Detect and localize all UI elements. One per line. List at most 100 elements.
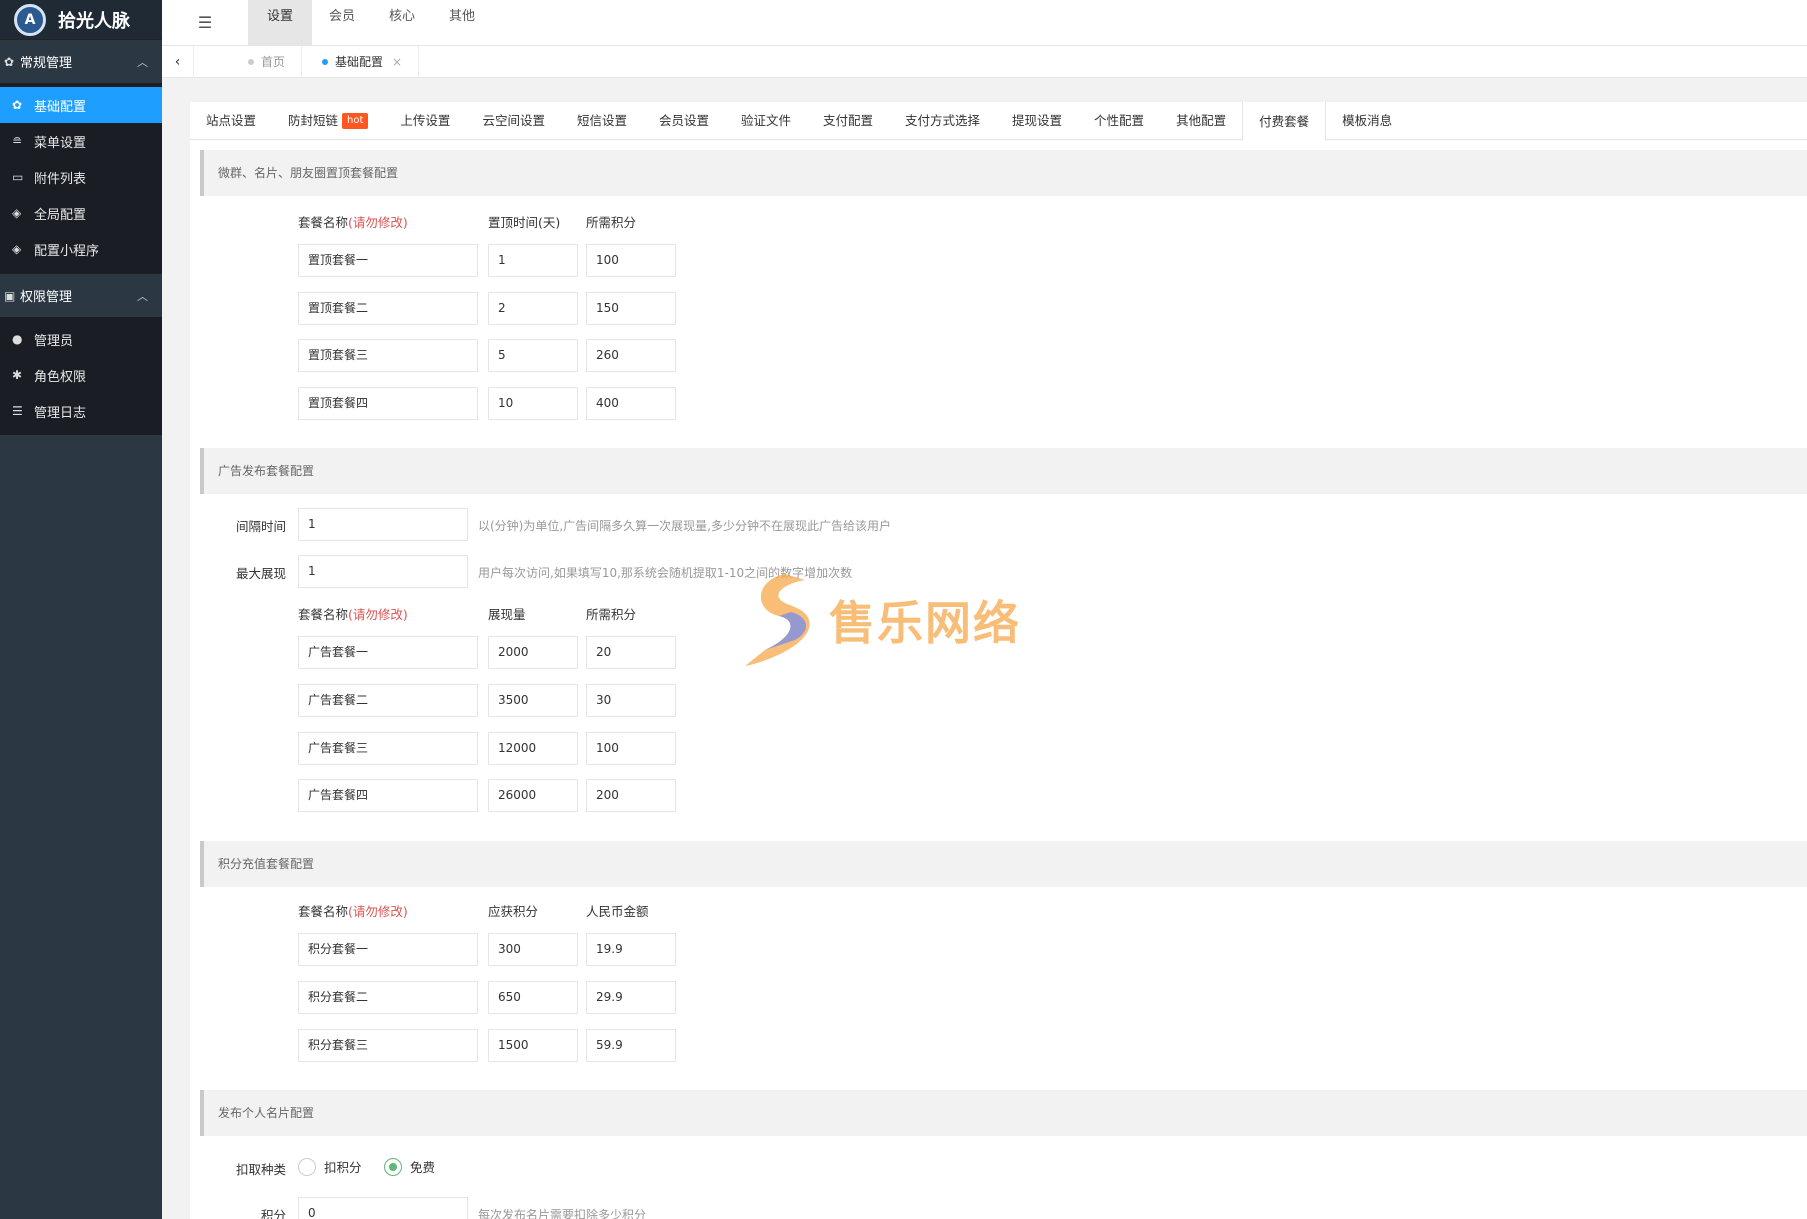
impressions-input[interactable]: 2000: [488, 636, 578, 669]
settings-subtabs: 站点设置 防封短链 hot 上传设置 云空间设置 短信设置 会员设置 验证文件 …: [190, 102, 1807, 141]
rmb-amount-input[interactable]: 19.9: [586, 933, 676, 966]
top-days-input[interactable]: 2: [488, 292, 578, 325]
subtab-verify-file[interactable]: 验证文件: [725, 102, 807, 139]
col-top-days: 置顶时间(天): [488, 215, 561, 230]
sidebar-item-logs[interactable]: ☰ 管理日志: [0, 393, 162, 429]
points-earned-input[interactable]: 1500: [488, 1029, 578, 1062]
sidebar-item-menu-settings[interactable]: ≘ 菜单设置: [0, 123, 162, 159]
top-days-input[interactable]: 10: [488, 387, 578, 420]
menu-toggle-icon[interactable]: ☰: [162, 0, 248, 45]
package-name-input[interactable]: 广告套餐三: [298, 732, 478, 765]
subtab-shortlink[interactable]: 防封短链 hot: [272, 102, 384, 139]
points-earned-input[interactable]: 650: [488, 981, 578, 1014]
page-tab-label: 基础配置: [335, 54, 384, 69]
impressions-input[interactable]: 12000: [488, 732, 578, 765]
points-input[interactable]: 30: [586, 684, 676, 717]
radio-label: 扣积分: [324, 1160, 362, 1175]
logo[interactable]: A 拾光人脉: [0, 0, 162, 39]
page-tab-home[interactable]: 首页: [194, 45, 303, 78]
interval-hint: 以(分钟)为单位,广告间隔多久算一次展现量,多少分钟不在展现此广告给该用户: [478, 519, 891, 533]
list-icon: ☰: [12, 404, 23, 418]
points-input[interactable]: 20: [586, 636, 676, 669]
radio-free[interactable]: 免费: [384, 1157, 435, 1176]
radio-deduct-points[interactable]: 扣积分: [298, 1157, 362, 1176]
tab-dot: [322, 58, 329, 65]
col-label-text: 套餐名称: [298, 215, 349, 230]
subtab-sms[interactable]: 短信设置: [561, 102, 643, 139]
sidebar-item-admins[interactable]: ● 管理员: [0, 321, 162, 357]
chevron-up-icon: ︿: [137, 55, 148, 69]
sidebar-group-general[interactable]: ✿ 常规管理 ︿: [0, 39, 162, 83]
package-name-input[interactable]: 置顶套餐三: [298, 339, 478, 372]
top-days-input[interactable]: 5: [488, 339, 578, 372]
col-impressions: 展现量: [488, 607, 526, 622]
package-name-input[interactable]: 积分套餐三: [298, 1029, 478, 1062]
package-name-input[interactable]: 积分套餐二: [298, 981, 478, 1014]
sidebar: A 拾光人脉 ✿ 常规管理 ︿ ✿ 基础配置 ≘ 菜单设置 ▭ 附件列表 ◈ 全…: [0, 0, 162, 1219]
subtab-site[interactable]: 站点设置: [190, 102, 272, 139]
top-tab-core[interactable]: 核心: [372, 0, 432, 46]
points-input[interactable]: 100: [586, 244, 676, 277]
top-tab-members[interactable]: 会员: [312, 0, 372, 46]
hot-badge: hot: [342, 112, 369, 129]
points-input[interactable]: 200: [586, 779, 676, 812]
radio-circle: [384, 1157, 402, 1176]
sidebar-item-global-config[interactable]: ◈ 全局配置: [0, 195, 162, 231]
col-rmb-amount: 人民币金额: [586, 904, 649, 919]
top-navbar: ☰ 设置 会员 核心 其他: [162, 0, 1807, 46]
points-label: 积分: [260, 1208, 286, 1219]
sidebar-item-roles[interactable]: ✱ 角色权限: [0, 357, 162, 393]
sidebar-item-attachments[interactable]: ▭ 附件列表: [0, 159, 162, 195]
close-icon[interactable]: ×: [392, 46, 402, 78]
page-tab-label: 首页: [261, 54, 286, 69]
subtab-withdraw[interactable]: 提现设置: [996, 102, 1078, 139]
interval-input[interactable]: 1: [298, 508, 468, 541]
impressions-input[interactable]: 26000: [488, 779, 578, 812]
subtab-member[interactable]: 会员设置: [643, 102, 725, 139]
subtab-pay-method[interactable]: 支付方式选择: [889, 102, 996, 139]
package-name-input[interactable]: 积分套餐一: [298, 933, 478, 966]
max-display-input[interactable]: 1: [298, 555, 468, 588]
package-name-input[interactable]: 广告套餐四: [298, 779, 478, 812]
col-label-text: 套餐名称: [298, 607, 349, 622]
subtab-upload[interactable]: 上传设置: [384, 102, 466, 139]
top-tab-other[interactable]: 其他: [432, 0, 492, 46]
package-name-input[interactable]: 置顶套餐二: [298, 292, 478, 325]
package-name-input[interactable]: 置顶套餐一: [298, 244, 478, 277]
sidebar-group-label: 常规管理: [20, 56, 73, 71]
points-earned-input[interactable]: 300: [488, 933, 578, 966]
subtab-cloud[interactable]: 云空间设置: [466, 102, 561, 139]
subtab-personal[interactable]: 个性配置: [1078, 102, 1160, 139]
subtab-other-config[interactable]: 其他配置: [1160, 102, 1242, 139]
sidebar-item-label: 管理日志: [34, 405, 87, 421]
subtab-payment[interactable]: 支付配置: [807, 102, 889, 139]
points-input[interactable]: 150: [586, 292, 676, 325]
rmb-amount-input[interactable]: 59.9: [586, 1029, 676, 1062]
section-ad-packages: 广告发布套餐配置: [200, 448, 1807, 494]
card-points-input[interactable]: 0: [298, 1197, 468, 1219]
col-points-required: 所需积分: [586, 215, 637, 230]
package-name-input[interactable]: 置顶套餐四: [298, 387, 478, 420]
points-input[interactable]: 260: [586, 339, 676, 372]
page-tab-basic-config[interactable]: 基础配置 ×: [302, 45, 420, 78]
chevron-up-icon: ︿: [137, 289, 148, 303]
sidebar-item-miniprogram[interactable]: ◈ 配置小程序: [0, 231, 162, 267]
subtab-template-msg[interactable]: 模板消息: [1326, 102, 1408, 139]
subtab-paid-packages[interactable]: 付费套餐: [1242, 102, 1327, 141]
sidebar-item-label: 菜单设置: [34, 135, 87, 151]
points-input[interactable]: 100: [586, 732, 676, 765]
points-input[interactable]: 400: [586, 387, 676, 420]
package-name-input[interactable]: 广告套餐一: [298, 636, 478, 669]
impressions-input[interactable]: 3500: [488, 684, 578, 717]
sidebar-item-basic-config[interactable]: ✿ 基础配置: [0, 87, 162, 123]
package-name-input[interactable]: 广告套餐二: [298, 684, 478, 717]
sidebar-group-permissions[interactable]: ▣ 权限管理 ︿: [0, 273, 162, 317]
cube-icon: ◈: [12, 242, 22, 256]
page-tabs: ‹ 首页 基础配置 ×: [162, 45, 1807, 78]
top-days-input[interactable]: 1: [488, 244, 578, 277]
section-business-card: 发布个人名片配置: [200, 1090, 1807, 1136]
top-tab-settings[interactable]: 设置: [248, 0, 313, 46]
rmb-amount-input[interactable]: 29.9: [586, 981, 676, 1014]
gear-icon: ✿: [12, 98, 23, 112]
chevron-left-icon[interactable]: ‹: [162, 45, 194, 78]
